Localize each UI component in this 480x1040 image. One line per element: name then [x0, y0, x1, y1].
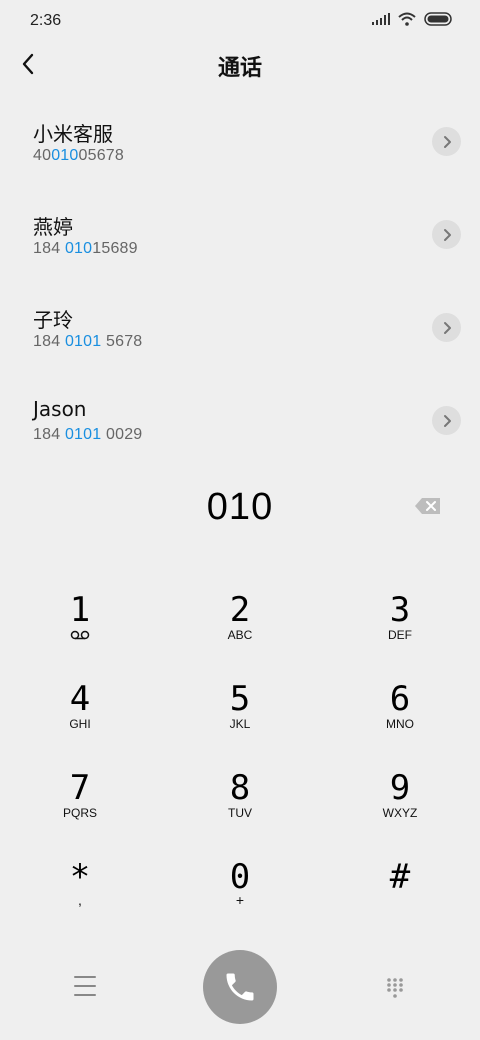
call-button[interactable] — [203, 950, 277, 1024]
key-8[interactable]: 8 TUV — [190, 768, 290, 848]
key-letters: GHI — [69, 717, 91, 731]
key-7[interactable]: 7 PQRS — [30, 768, 130, 848]
signal-icon — [372, 13, 390, 25]
key-letters: PQRS — [62, 806, 97, 820]
contact-detail-button[interactable] — [432, 406, 461, 435]
number-prefix: 40 — [33, 147, 52, 164]
key-0[interactable]: 0 + — [190, 857, 290, 937]
number-suffix: 0029 — [101, 426, 143, 443]
number-match: 0101 — [64, 426, 102, 443]
status-icons — [372, 12, 454, 26]
key-digit: 8 — [229, 768, 251, 808]
contact-number: 184 01015689 — [33, 240, 138, 258]
keypad-row: 1 2 ABC 3 DEF — [0, 590, 480, 679]
chevron-right-icon — [443, 321, 451, 334]
dialpad: 1 2 ABC 3 DEF 4 GHI 5 JKL 6 MNO 7 PQRS 8… — [0, 590, 480, 946]
contact-name: 子玲 — [33, 308, 73, 332]
key-4[interactable]: 4 GHI — [30, 679, 130, 759]
key-digit: 0 — [229, 857, 251, 897]
number-match: 0101 — [64, 333, 102, 350]
menu-icon — [74, 994, 96, 996]
number-match: 010 — [51, 147, 79, 164]
contact-name: 燕婷 — [33, 215, 73, 239]
key-letters: TUV — [228, 806, 252, 820]
bottom-bar — [0, 950, 480, 1024]
contact-name: Jason — [33, 397, 87, 421]
key-letters: WXYZ — [382, 806, 418, 820]
key-6[interactable]: 6 MNO — [350, 679, 450, 759]
battery-icon — [424, 12, 452, 26]
contact-results-list: 小米客服 4001005678 燕婷 184 01015689 子玲 184 0… — [0, 96, 480, 468]
status-time: 2:36 — [30, 12, 62, 29]
number-prefix: 184 — [33, 240, 65, 257]
key-digit: * — [69, 857, 91, 897]
page-title: 通话 — [217, 56, 262, 81]
key-3[interactable]: 3 DEF — [350, 590, 450, 670]
menu-button[interactable] — [74, 976, 96, 996]
contact-result-row[interactable]: Jason 184 0101 0029 — [0, 375, 480, 468]
key-digit: 7 — [69, 768, 91, 808]
contact-detail-button[interactable] — [432, 313, 461, 342]
key-letters: JKL — [229, 717, 251, 731]
key-letters: DEF — [388, 628, 412, 642]
key-symbol: , — [78, 892, 82, 908]
contact-result-row[interactable]: 子玲 184 0101 5678 — [0, 282, 480, 375]
keypad-row: 4 GHI 5 JKL 6 MNO — [0, 679, 480, 768]
contact-number: 4001005678 — [33, 147, 124, 165]
keypad-row: 7 PQRS 8 TUV 9 WXYZ — [0, 768, 480, 857]
status-bar: 2:36 — [0, 0, 480, 40]
contact-number: 184 0101 0029 — [33, 426, 142, 444]
chevron-right-icon — [443, 135, 451, 148]
dialed-digits: 010 — [206, 486, 274, 528]
phone-icon — [226, 973, 254, 1001]
wifi-icon — [398, 12, 416, 26]
key-digit: # — [389, 857, 411, 897]
backspace-button[interactable] — [414, 496, 442, 516]
contact-name: 小米客服 — [33, 122, 113, 146]
dial-display: 010 — [0, 480, 480, 536]
number-prefix: 184 — [33, 426, 65, 443]
key-digit: 2 — [229, 590, 251, 630]
key-2[interactable]: 2 ABC — [190, 590, 290, 670]
number-prefix: 184 — [33, 333, 65, 350]
key-letters: ABC — [227, 628, 253, 642]
key-digit: 5 — [229, 679, 251, 719]
keypad-row: * , 0 + # — [0, 857, 480, 946]
number-match: 010 — [64, 240, 93, 257]
number-suffix: 05678 — [78, 147, 124, 164]
key-symbol: + — [235, 892, 245, 908]
contact-detail-button[interactable] — [432, 127, 461, 156]
menu-icon — [74, 985, 96, 987]
voicemail-icon — [70, 630, 90, 640]
key-digit: 9 — [389, 768, 411, 808]
key-digit: 6 — [389, 679, 411, 719]
key-hash[interactable]: # — [350, 857, 450, 937]
key-digit: 1 — [69, 590, 91, 630]
number-suffix: 15689 — [92, 240, 138, 257]
dialpad-icon[interactable] — [386, 977, 404, 999]
chevron-right-icon — [443, 228, 451, 241]
key-letters: MNO — [386, 717, 414, 731]
backspace-icon — [415, 498, 440, 514]
contact-result-row[interactable]: 小米客服 4001005678 — [0, 96, 480, 189]
key-9[interactable]: 9 WXYZ — [350, 768, 450, 848]
chevron-right-icon — [443, 414, 451, 427]
key-digit: 3 — [389, 590, 411, 630]
key-digit: 4 — [69, 679, 91, 719]
key-star[interactable]: * , — [30, 857, 130, 937]
menu-icon — [74, 976, 96, 978]
contact-detail-button[interactable] — [432, 220, 461, 249]
contact-number: 184 0101 5678 — [33, 333, 142, 351]
contact-result-row[interactable]: 燕婷 184 01015689 — [0, 189, 480, 282]
header: 通话 — [0, 40, 480, 90]
key-1[interactable]: 1 — [30, 590, 130, 670]
key-5[interactable]: 5 JKL — [190, 679, 290, 759]
number-suffix: 5678 — [101, 333, 143, 350]
